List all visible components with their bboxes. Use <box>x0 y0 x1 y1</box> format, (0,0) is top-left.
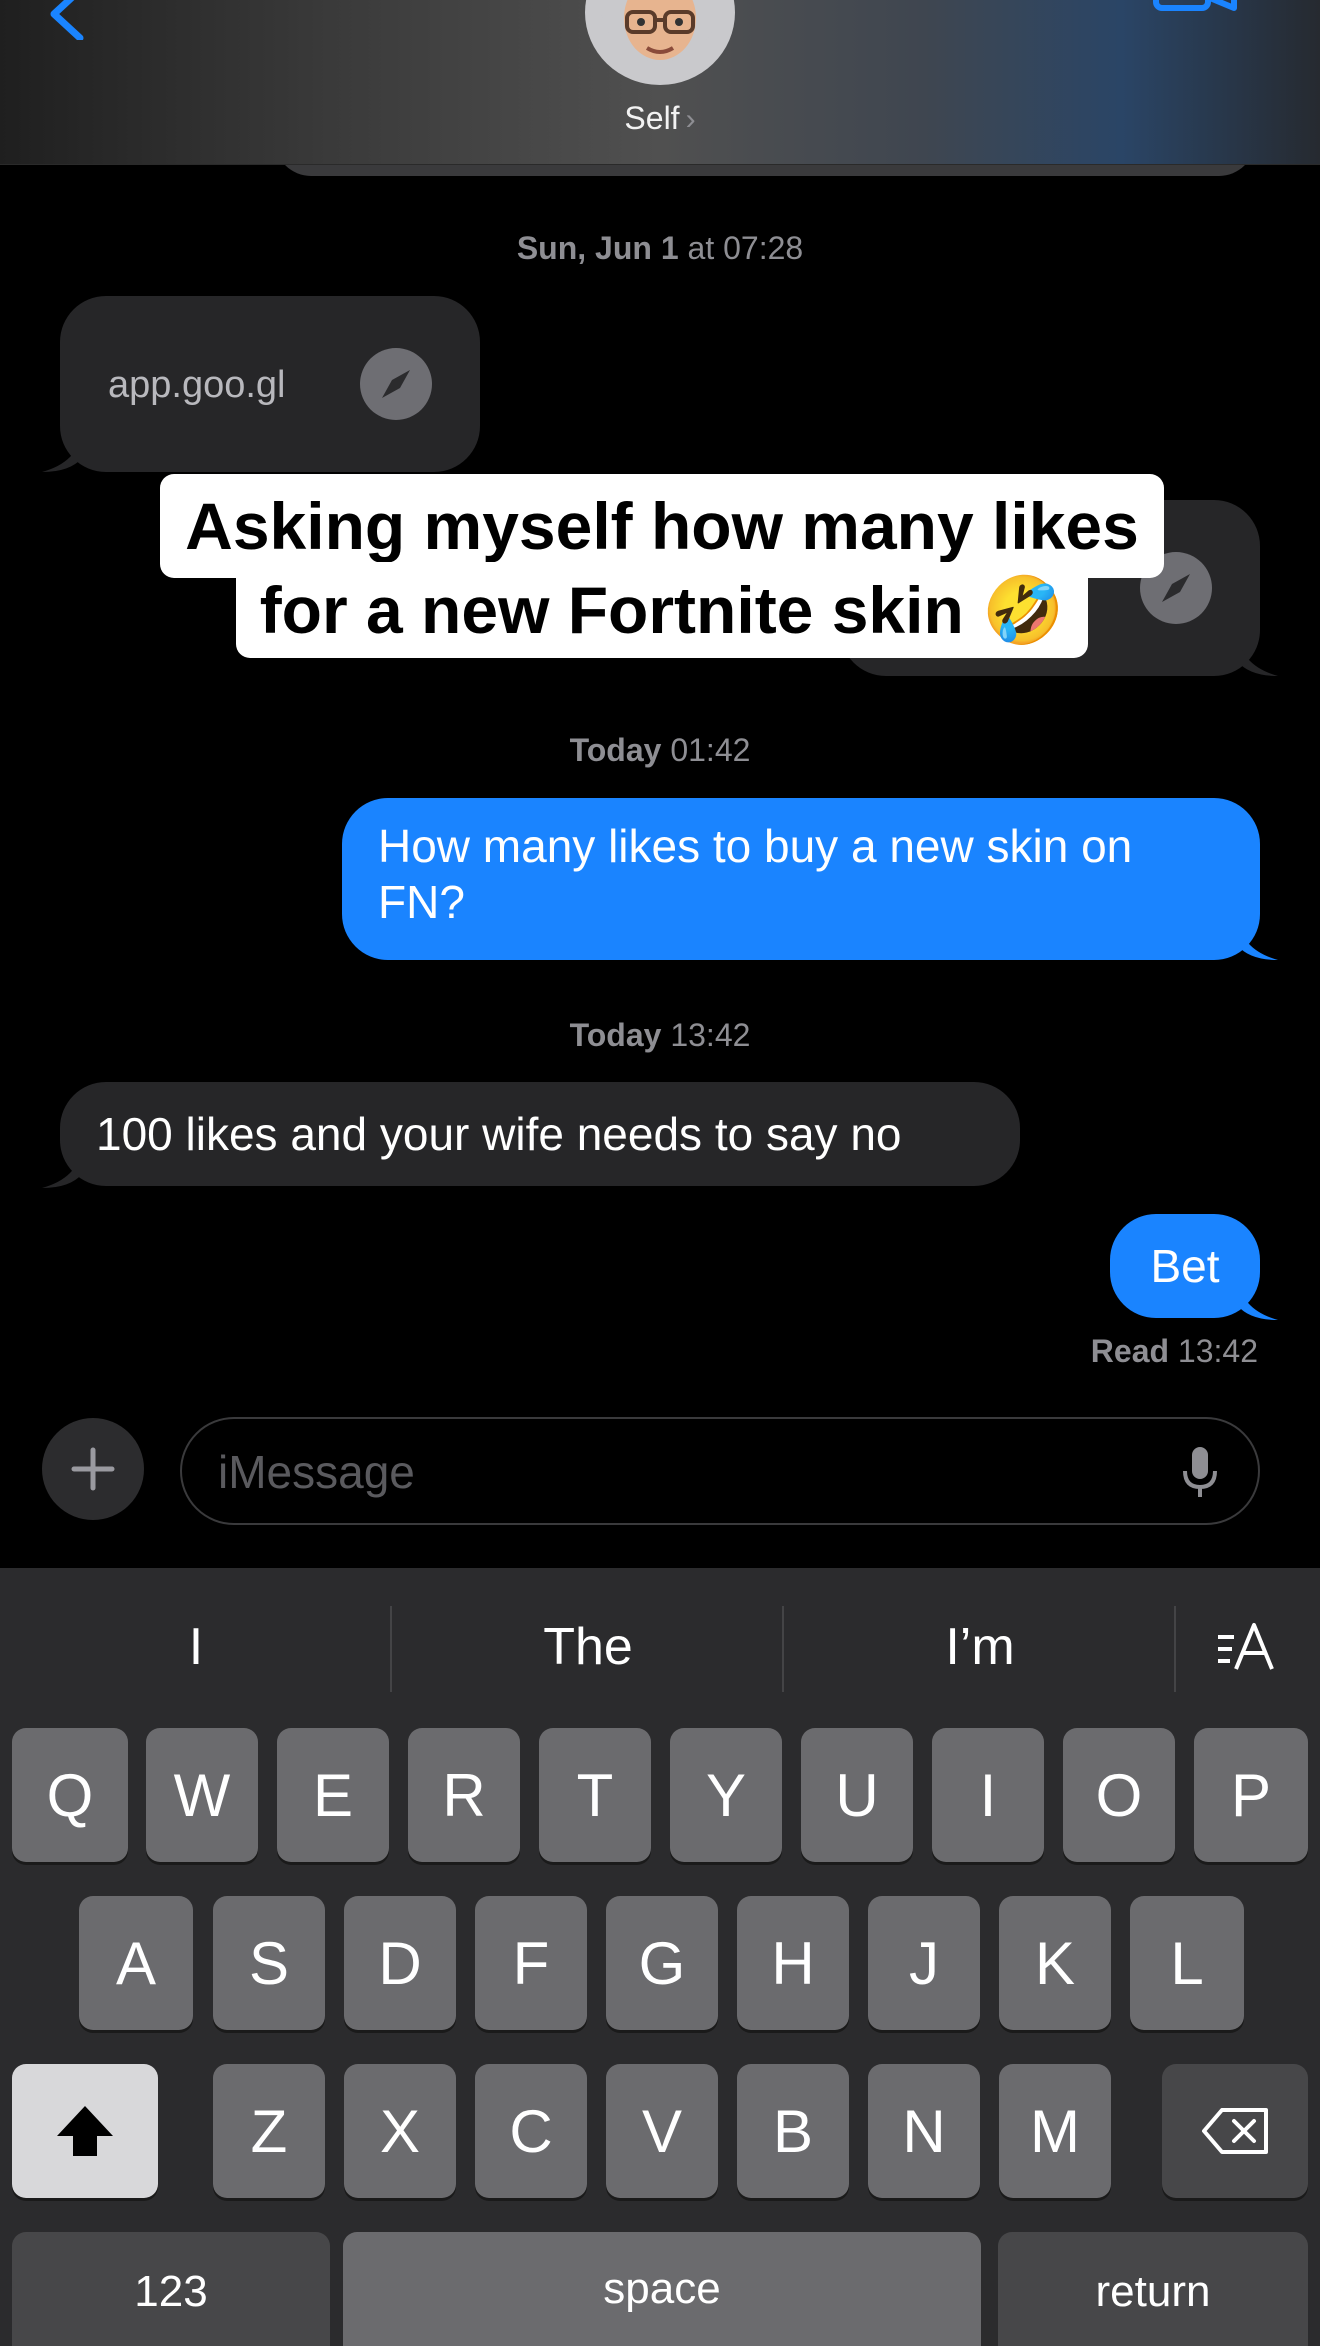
video-camera-icon[interactable] <box>1150 0 1240 30</box>
key-a[interactable]: A <box>79 1896 193 2030</box>
read-label: Read <box>1090 1333 1170 1369</box>
key-v[interactable]: V <box>606 2064 718 2198</box>
shift-arrow-icon <box>57 2106 113 2156</box>
read-receipt: Read 13:42 <box>1091 1333 1258 1370</box>
key-y[interactable]: Y <box>670 1728 782 1862</box>
shift-key[interactable] <box>12 2064 158 2198</box>
timestamp-day: Today <box>569 1017 662 1053</box>
link-preview-bubble[interactable]: app.goo.gl <box>60 296 480 472</box>
key-j[interactable]: J <box>868 1896 980 2030</box>
safari-compass-icon <box>360 348 432 420</box>
key-z[interactable]: Z <box>213 2064 325 2198</box>
space-key[interactable]: space <box>343 2232 981 2346</box>
back-chevron-icon[interactable] <box>40 0 100 40</box>
key-g[interactable]: G <box>606 1896 718 2030</box>
return-key[interactable]: return <box>998 2232 1308 2346</box>
key-f[interactable]: F <box>475 1896 587 2030</box>
key-m[interactable]: M <box>999 2064 1111 2198</box>
key-k[interactable]: K <box>999 1896 1111 2030</box>
link-url-text: app.goo.gl <box>108 364 286 406</box>
text-format-icon <box>1218 1623 1274 1670</box>
key-o[interactable]: O <box>1063 1728 1175 1862</box>
key-t[interactable]: T <box>539 1728 651 1862</box>
key-q[interactable]: Q <box>12 1728 128 1862</box>
key-r[interactable]: R <box>408 1728 520 1862</box>
key-l[interactable]: L <box>1130 1896 1244 2030</box>
microphone-icon[interactable] <box>1180 1445 1220 1501</box>
imessage-input[interactable] <box>218 1441 1118 1503</box>
apps-plus-button[interactable] <box>42 1418 144 1520</box>
timestamp-time: 01:42 <box>661 732 751 768</box>
timestamp: Today 13:42 <box>0 1017 1320 1054</box>
memoji-face-icon <box>600 0 720 62</box>
timestamp-time: at 07:28 <box>678 230 804 266</box>
video-caption-line-2: for a new Fortnite skin 🤣 <box>236 562 1088 658</box>
key-i[interactable]: I <box>932 1728 1044 1862</box>
keyboard: I The I’m Q W E R T Y U I O P A S D F G … <box>0 1568 1320 2346</box>
bubble-tail <box>42 1148 82 1188</box>
chevron-right-icon: › <box>685 103 696 136</box>
contact-name[interactable]: Self › <box>0 100 1320 137</box>
delete-backspace-icon <box>1202 2108 1268 2154</box>
key-b[interactable]: B <box>737 2064 849 2198</box>
timestamp-day: Sun, Jun 1 <box>516 230 679 266</box>
incoming-message-bubble[interactable]: 100 likes and your wife needs to say no <box>60 1082 1020 1186</box>
key-w[interactable]: W <box>146 1728 258 1862</box>
timestamp-day: Today <box>569 732 662 768</box>
read-time: 13:42 <box>1169 1333 1258 1369</box>
timestamp: Today 01:42 <box>0 732 1320 769</box>
imessage-input-container[interactable] <box>180 1417 1260 1525</box>
key-x[interactable]: X <box>344 2064 456 2198</box>
timestamp: Sun, Jun 1 at 07:28 <box>0 230 1320 267</box>
timestamp-time: 13:42 <box>661 1017 751 1053</box>
contact-name-label: Self <box>624 100 680 136</box>
key-e[interactable]: E <box>277 1728 389 1862</box>
delete-key[interactable] <box>1162 2064 1308 2198</box>
contact-avatar[interactable] <box>585 0 735 85</box>
bubble-tail <box>1238 920 1278 960</box>
conversation-header: Self › <box>0 0 1320 165</box>
numbers-key[interactable]: 123 <box>12 2232 330 2346</box>
key-p[interactable]: P <box>1194 1728 1308 1862</box>
suggestion-1[interactable]: I <box>0 1568 392 1726</box>
suggestion-2[interactable]: The <box>392 1568 784 1726</box>
suggestion-3[interactable]: I’m <box>784 1568 1176 1726</box>
bubble-tail <box>42 432 82 472</box>
key-c[interactable]: C <box>475 2064 587 2198</box>
plus-icon <box>71 1447 115 1491</box>
key-d[interactable]: D <box>344 1896 456 2030</box>
bubble-tail <box>1238 636 1278 676</box>
text-format-button[interactable] <box>1176 1568 1320 1726</box>
outgoing-message-bubble[interactable]: How many likes to buy a new skin on FN? <box>342 798 1260 960</box>
bubble-tail <box>1238 1280 1278 1320</box>
key-n[interactable]: N <box>868 2064 980 2198</box>
key-s[interactable]: S <box>213 1896 325 2030</box>
key-h[interactable]: H <box>737 1896 849 2030</box>
key-u[interactable]: U <box>801 1728 913 1862</box>
